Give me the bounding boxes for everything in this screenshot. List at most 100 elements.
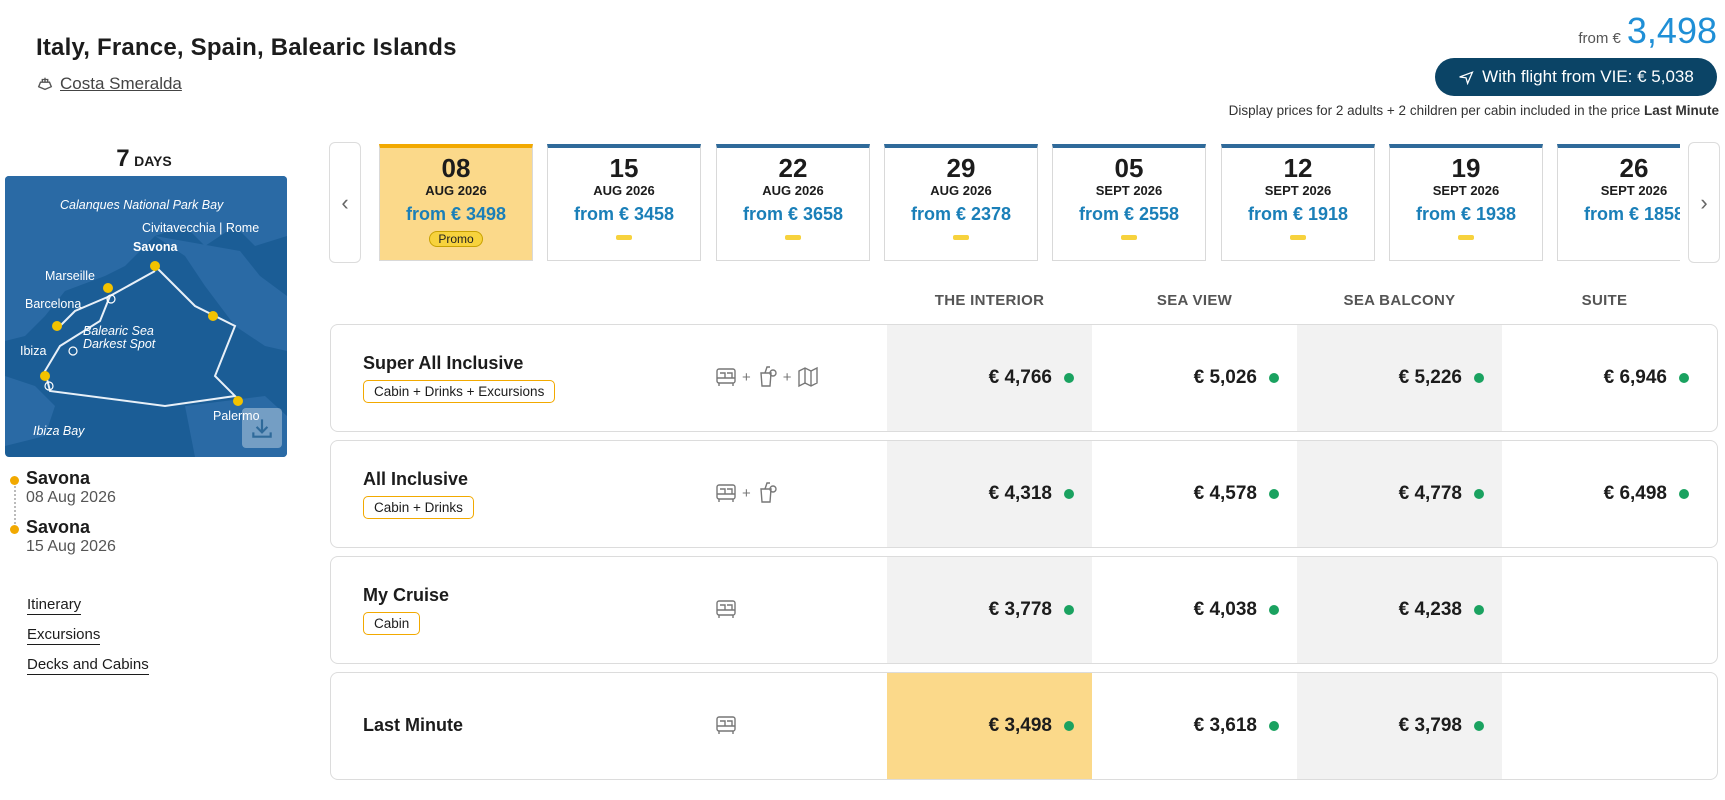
date-month: SEPT 2026 [1264, 183, 1332, 198]
map-label-marseille: Marseille [45, 269, 96, 283]
price-cell-interior[interactable]: € 3,778 [887, 557, 1092, 663]
price-cell-sea-balcony[interactable]: € 4,238 [1297, 557, 1502, 663]
bed-icon [716, 484, 736, 502]
package-row-my-cruise: My Cruise Cabin € 3,778 € 4,038 € 4,238 [330, 556, 1718, 664]
bed-icon [716, 600, 736, 618]
date-dash [616, 235, 632, 240]
date-day: 19 [1451, 153, 1481, 183]
price-cell-interior[interactable]: € 4,318 [887, 441, 1092, 547]
price-cell-sea-view[interactable]: € 4,038 [1092, 557, 1297, 663]
price-cell-interior[interactable]: € 4,766 [887, 325, 1092, 431]
availability-dot [1474, 721, 1484, 731]
itinerary-map[interactable]: Calanques National Park Bay Civitavecchi… [5, 176, 287, 457]
map-label-balearic: Balearic Sea [83, 324, 154, 338]
package-row-super-all-inclusive: Super All Inclusive Cabin + Drinks + Exc… [330, 324, 1718, 432]
package-row-last-minute: Last Minute € 3,498 € 3,618 € 3,798 [330, 672, 1718, 780]
package-name: My Cruise [363, 585, 450, 605]
col-head-sea-view: SEA VIEW [1156, 292, 1233, 309]
package-tag: Cabin + Drinks + Excursions [363, 380, 556, 403]
date-card-selected[interactable]: 08 AUG 2026 from € 3498 Promo [379, 144, 533, 261]
availability-dot [1679, 489, 1689, 499]
date-day: 29 [946, 153, 976, 183]
link-itinerary[interactable]: Itinerary [27, 596, 82, 615]
availability-dot [1474, 489, 1484, 499]
cabin-column-headers: THE INTERIOR SEA VIEW SEA BALCONY SUITE [887, 292, 1717, 309]
map-icon [797, 366, 818, 388]
price-value: € 3,618 [1193, 715, 1257, 736]
days-number: 7 [116, 145, 130, 172]
package-name: Last Minute [363, 715, 464, 735]
bed-icon [716, 368, 736, 386]
date-month: AUG 2026 [593, 183, 655, 198]
flight-button[interactable]: With flight from VIE: € 5,038 [1435, 58, 1717, 96]
carousel-prev-button[interactable]: ‹ [329, 142, 361, 263]
stop-date: 08 Aug 2026 [26, 489, 116, 506]
stop-item: Savona 08 Aug 2026 [10, 468, 116, 507]
price-value: € 3,498 [988, 715, 1052, 736]
price-summary: from € 3,498 [1578, 10, 1717, 52]
date-month: SEPT 2026 [1600, 183, 1668, 198]
package-row-all-inclusive: All Inclusive Cabin + Drinks + € 4,318 €… [330, 440, 1718, 548]
price-cell-sea-view[interactable]: € 5,026 [1092, 325, 1297, 431]
date-dash [953, 235, 969, 240]
date-card[interactable]: 22 AUG 2026 from € 3658 [716, 144, 870, 261]
date-dash [1458, 235, 1474, 240]
price-value: € 4,318 [988, 483, 1052, 504]
price-cell-interior-selected[interactable]: € 3,498 [887, 673, 1092, 779]
stop-date: 15 Aug 2026 [26, 538, 116, 555]
price-cell-sea-view[interactable]: € 3,618 [1092, 673, 1297, 779]
detail-links: Itinerary Excursions Decks and Cabins [27, 596, 149, 686]
price-cell-sea-balcony[interactable]: € 5,226 [1297, 325, 1502, 431]
date-card[interactable]: 05 SEPT 2026 from € 2558 [1052, 144, 1206, 261]
package-tag: Cabin [363, 612, 421, 635]
price-value: € 3,778 [988, 599, 1052, 620]
stop-dot [10, 476, 19, 485]
date-card[interactable]: 15 AUG 2026 from € 3458 [547, 144, 701, 261]
date-card[interactable]: 26 SEPT 2026 from € 1858 [1557, 144, 1680, 261]
date-card[interactable]: 19 SEPT 2026 from € 1938 [1389, 144, 1543, 261]
date-price: from € 3658 [742, 204, 844, 224]
stop-port: Savona [26, 517, 91, 537]
ship-icon [37, 77, 53, 91]
price-cell-sea-view[interactable]: € 4,578 [1092, 441, 1297, 547]
drink-icon [760, 482, 777, 503]
map-label-civitavecchia: Civitavecchia | Rome [142, 221, 260, 235]
date-carousel: ‹ 08 AUG 2026 from € 3498 Promo 15 AUG 2… [329, 140, 1720, 264]
display-note: Display prices for 2 adults + 2 children… [1229, 103, 1719, 118]
availability-dot [1269, 605, 1279, 615]
price-value: € 4,578 [1193, 483, 1257, 504]
price-cell-sea-balcony[interactable]: € 4,778 [1297, 441, 1502, 547]
availability-dot [1064, 605, 1074, 615]
download-map-button[interactable] [242, 408, 282, 448]
price-value: € 6,946 [1603, 367, 1667, 388]
price-cell-suite[interactable]: € 6,946 [1502, 325, 1707, 431]
availability-dot [1064, 489, 1074, 499]
date-card[interactable]: 29 AUG 2026 from € 2378 [884, 144, 1038, 261]
col-head-interior: THE INTERIOR [934, 292, 1045, 309]
date-day: 22 [778, 153, 808, 183]
display-note-text: Display prices for 2 adults + 2 children… [1228, 103, 1641, 118]
date-price: from € 2558 [1078, 204, 1180, 224]
link-excursions[interactable]: Excursions [27, 626, 101, 645]
price-cell-sea-balcony[interactable]: € 3,798 [1297, 673, 1502, 779]
promo-badge: Promo [429, 231, 483, 247]
map-label-darkest: Darkest Spot [83, 337, 156, 351]
package-icons: + + [714, 365, 820, 389]
date-price: from € 1858 [1583, 204, 1680, 224]
date-card[interactable]: 12 SEPT 2026 from € 1918 [1221, 144, 1375, 261]
ship-link[interactable]: Costa Smeralda [36, 74, 182, 94]
price-value: € 4,778 [1398, 483, 1462, 504]
from-amount: 3,498 [1626, 10, 1717, 51]
map-label-savona: Savona [133, 240, 178, 254]
cruise-title: Italy, France, Spain, Balearic Islands [36, 34, 457, 61]
package-icons [714, 713, 738, 737]
date-dash [1121, 235, 1137, 240]
carousel-next-button[interactable]: › [1688, 142, 1720, 263]
price-cell-suite[interactable]: € 6,498 [1502, 441, 1707, 547]
availability-dot [1679, 373, 1689, 383]
link-decks-cabins[interactable]: Decks and Cabins [27, 656, 149, 675]
availability-dot [1269, 373, 1279, 383]
package-name: Super All Inclusive [363, 353, 524, 373]
map-label-barcelona: Barcelona [25, 297, 82, 311]
duration: 7 DAYS [0, 145, 288, 173]
